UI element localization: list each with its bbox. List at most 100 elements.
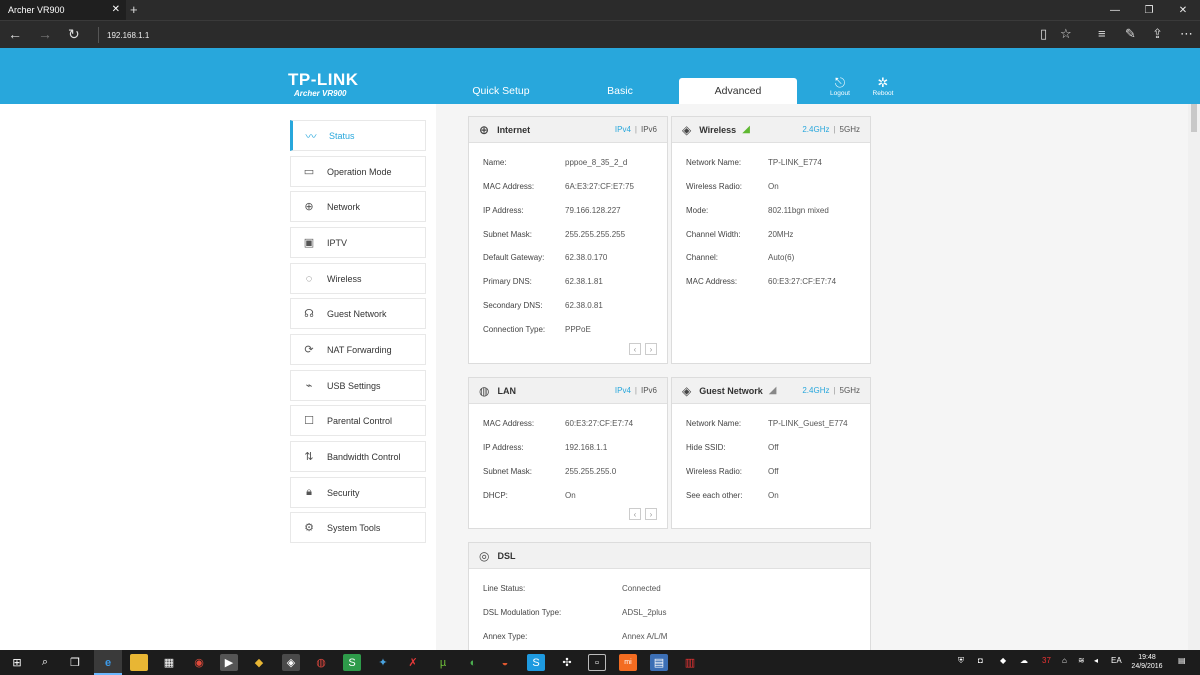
address-input[interactable]: 192.168.1.1 bbox=[98, 27, 149, 43]
skype-icon[interactable]: S bbox=[527, 654, 545, 671]
app-tray-icon[interactable]: ◆ bbox=[1000, 656, 1006, 665]
gear-icon: ⚙ bbox=[304, 522, 314, 534]
sidebar-item-operation-mode[interactable]: ▭ Operation Mode bbox=[290, 156, 426, 187]
sidebar-item-iptv[interactable]: ▣ IPTV bbox=[290, 227, 426, 258]
back-icon[interactable]: ← bbox=[8, 26, 22, 42]
band-5-toggle[interactable]: 5GHz bbox=[840, 386, 860, 395]
sidebar-item-system-tools[interactable]: ⚙ System Tools bbox=[290, 512, 426, 543]
ipv6-toggle[interactable]: IPv6 bbox=[641, 125, 657, 134]
sidebar-item-parental-control[interactable]: ☐ Parental Control bbox=[290, 405, 426, 436]
internet-panel: ⊕ Internet IPv4 | IPv6 Name: pppoe_8_35_2_d… bbox=[468, 116, 668, 364]
maximize-button[interactable]: ❐ bbox=[1132, 0, 1166, 20]
ipv4-toggle[interactable]: IPv4 bbox=[615, 386, 631, 395]
sidebar-item-label: Operation Mode bbox=[327, 166, 392, 177]
utorrent-icon[interactable]: µ bbox=[434, 654, 452, 671]
action-center-icon[interactable]: ▤ bbox=[1178, 656, 1186, 665]
logout-button[interactable]: ⎋ Logout bbox=[820, 76, 860, 98]
new-tab-button[interactable]: + bbox=[130, 2, 138, 17]
notification-badge[interactable]: 37 bbox=[1042, 656, 1051, 665]
forward-icon[interactable]: → bbox=[38, 26, 52, 42]
edge-browser-icon[interactable]: e bbox=[99, 654, 117, 671]
close-window-button[interactable]: ✕ bbox=[1166, 0, 1200, 20]
globe-icon: ◍ bbox=[479, 383, 490, 398]
more-icon[interactable]: ⋯ bbox=[1180, 26, 1193, 42]
app-icon[interactable]: ✗ bbox=[404, 654, 422, 671]
app-icon[interactable]: ▤ bbox=[650, 654, 668, 671]
app-icon[interactable]: ◍ bbox=[312, 654, 330, 671]
sidebar-item-usb-settings[interactable]: ⌁ USB Settings bbox=[290, 370, 426, 401]
app-icon[interactable]: ▫ bbox=[588, 654, 606, 671]
band-24-toggle[interactable]: 2.4GHz bbox=[802, 125, 829, 134]
store-icon[interactable]: ▦ bbox=[160, 654, 178, 671]
tab-advanced[interactable]: Advanced bbox=[679, 78, 797, 104]
row-value: 62.38.1.81 bbox=[565, 277, 603, 286]
favorite-star-icon[interactable]: ☆ bbox=[1060, 26, 1072, 42]
app-icon[interactable]: ✦ bbox=[374, 654, 392, 671]
app-icon[interactable]: ✣ bbox=[558, 654, 576, 671]
tab-basic[interactable]: Basic bbox=[561, 78, 679, 104]
band-5-toggle[interactable]: 5GHz bbox=[840, 125, 860, 134]
band-24-toggle[interactable]: 2.4GHz bbox=[802, 386, 829, 395]
minimize-button[interactable]: — bbox=[1098, 0, 1132, 20]
sidebar-item-network[interactable]: ⊕ Network bbox=[290, 191, 426, 222]
row-value: ADSL_2plus bbox=[622, 608, 667, 617]
prev-page-button[interactable]: ‹ bbox=[629, 343, 641, 355]
info-row: MAC Address: 60:E3:27:CF:E7:74 bbox=[483, 419, 633, 428]
sidebar-item-status[interactable]: 〰 Status bbox=[290, 120, 426, 151]
security-tray-icon[interactable]: ⛨ bbox=[958, 656, 964, 666]
tab-close-icon[interactable]: ✕ bbox=[112, 4, 120, 15]
info-row: Subnet Mask: 255.255.255.0 bbox=[483, 467, 616, 476]
language-indicator[interactable]: EA bbox=[1111, 656, 1122, 665]
sidebar-item-wireless[interactable]: ◌ Wireless bbox=[290, 263, 426, 294]
next-page-button[interactable]: › bbox=[645, 508, 657, 520]
app-icon[interactable]: ◒ bbox=[496, 654, 514, 671]
ipv4-toggle[interactable]: IPv4 bbox=[615, 125, 631, 134]
windows-start-icon[interactable]: ⊞ bbox=[8, 654, 26, 671]
shield-tray-icon[interactable]: ◘ bbox=[978, 656, 983, 665]
volume-icon[interactable]: ◂ bbox=[1094, 656, 1098, 665]
ip-version-toggle: IPv4 | IPv6 bbox=[615, 386, 657, 395]
sidebar-item-label: Bandwidth Control bbox=[327, 451, 401, 462]
info-row: Connection Type: PPPoE bbox=[483, 325, 591, 334]
bandwidth-icon: ⇅ bbox=[304, 451, 314, 463]
app-icon[interactable]: ◐ bbox=[464, 654, 482, 671]
ipv6-toggle[interactable]: IPv6 bbox=[641, 386, 657, 395]
network-tray-icon[interactable]: ⌂ bbox=[1062, 656, 1067, 665]
app-icon[interactable]: ◆ bbox=[250, 654, 268, 671]
prev-page-button[interactable]: ‹ bbox=[629, 508, 641, 520]
row-value: 802.11bgn mixed bbox=[768, 206, 829, 215]
wifi-signal-icon: ◢ bbox=[742, 124, 750, 135]
sidebar-item-nat-forwarding[interactable]: ⟳ NAT Forwarding bbox=[290, 334, 426, 365]
info-row: Default Gateway: 62.38.0.170 bbox=[483, 253, 607, 262]
share-icon[interactable]: ⇪ bbox=[1152, 26, 1163, 42]
task-view-icon[interactable]: ❐ bbox=[66, 654, 84, 671]
wifi-tray-icon[interactable]: ≋ bbox=[1078, 656, 1085, 665]
browser-tab[interactable]: Archer VR900 ✕ bbox=[0, 0, 126, 20]
app-icon[interactable]: S bbox=[343, 654, 361, 671]
sidebar-item-guest-network[interactable]: ☊ Guest Network bbox=[290, 298, 426, 329]
sidebar-item-security[interactable]: 🔒︎ Security bbox=[290, 477, 426, 508]
sidebar-item-label: Guest Network bbox=[327, 308, 387, 319]
scrollbar[interactable] bbox=[1188, 104, 1200, 650]
cloud-tray-icon[interactable]: ☁ bbox=[1020, 656, 1028, 665]
scrollbar-thumb[interactable] bbox=[1191, 104, 1197, 132]
tab-quick-setup[interactable]: Quick Setup bbox=[442, 78, 560, 104]
media-player-icon[interactable]: ▶ bbox=[220, 654, 238, 671]
reading-view-icon[interactable]: ▯ bbox=[1040, 26, 1047, 42]
refresh-icon[interactable]: ↻ bbox=[68, 26, 80, 43]
web-note-icon[interactable]: ✎ bbox=[1125, 26, 1136, 42]
popcorn-icon[interactable]: ▥ bbox=[681, 654, 699, 671]
dsl-icon: ◎ bbox=[479, 548, 490, 563]
search-icon[interactable]: ⌕ bbox=[36, 654, 54, 671]
app-icon[interactable]: ◈ bbox=[282, 654, 300, 671]
info-row: Line Status: Connected bbox=[483, 584, 661, 593]
file-explorer-icon[interactable] bbox=[130, 654, 148, 671]
mi-icon[interactable]: mi bbox=[619, 654, 637, 671]
sidebar-item-bandwidth-control[interactable]: ⇅ Bandwidth Control bbox=[290, 441, 426, 472]
clock[interactable]: 19:48 24/9/2016 bbox=[1130, 653, 1164, 671]
row-value: TP-LINK_Guest_E774 bbox=[768, 419, 848, 428]
reboot-button[interactable]: ✲ Reboot bbox=[863, 76, 903, 98]
next-page-button[interactable]: › bbox=[645, 343, 657, 355]
chrome-icon[interactable]: ◉ bbox=[190, 654, 208, 671]
hub-icon[interactable]: ≡ bbox=[1098, 26, 1106, 41]
